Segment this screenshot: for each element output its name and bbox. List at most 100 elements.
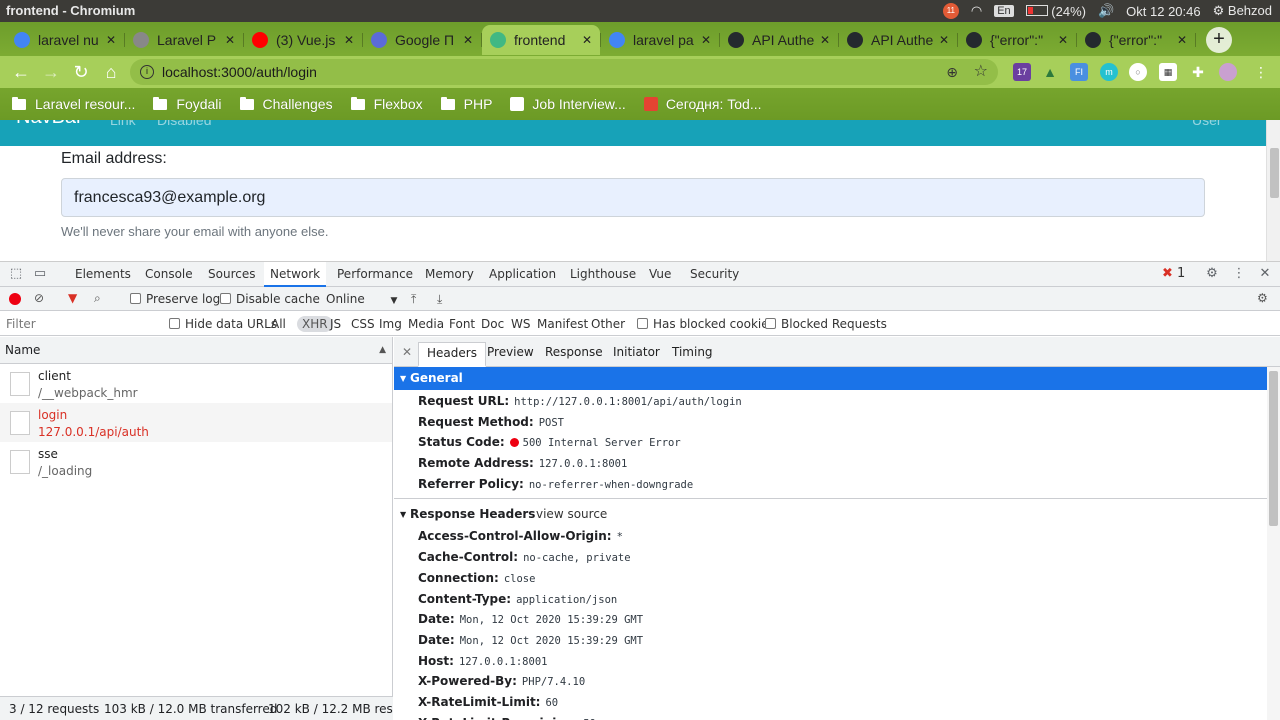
- error-count-badge[interactable]: ✖ 1: [1162, 266, 1185, 282]
- close-tab-icon[interactable]: ✕: [106, 33, 116, 47]
- devtools-tab-vue[interactable]: Vue: [643, 262, 677, 287]
- reload-button[interactable]: ↻: [70, 61, 92, 83]
- browser-tab[interactable]: Laravel P ✕: [125, 25, 244, 55]
- bookmark-item[interactable]: Сегодня: Tod...: [643, 96, 762, 112]
- profile-avatar[interactable]: [1219, 63, 1237, 81]
- extension-circle-icon[interactable]: ○: [1129, 63, 1147, 81]
- import-har-icon[interactable]: ⤒: [411, 292, 416, 307]
- device-toolbar-icon[interactable]: ▭: [32, 266, 48, 282]
- close-tab-icon[interactable]: ✕: [582, 33, 592, 47]
- devtools-menu-icon[interactable]: ⋮: [1231, 266, 1247, 282]
- browser-tab[interactable]: laravel nu ✕: [6, 25, 125, 55]
- extension-m-icon[interactable]: m: [1100, 63, 1118, 81]
- export-har-icon[interactable]: ⤓: [437, 292, 442, 307]
- detail-tab-headers[interactable]: Headers: [418, 342, 486, 367]
- page-scrollbar-thumb[interactable]: [1270, 148, 1279, 198]
- user-menu[interactable]: ⚙ Behzod: [1213, 3, 1272, 19]
- bookmark-item[interactable]: Flexbox: [350, 96, 423, 112]
- zoom-icon[interactable]: ⊕: [946, 59, 958, 85]
- browser-tab[interactable]: (3) Vue.js ✕: [244, 25, 363, 55]
- site-info-icon[interactable]: i: [140, 65, 154, 79]
- devtools-tab-security[interactable]: Security: [684, 262, 745, 287]
- type-filter-css[interactable]: CSS: [351, 317, 375, 331]
- type-filter-ws[interactable]: WS: [511, 317, 530, 331]
- nav-user-link[interactable]: User: [1192, 120, 1222, 128]
- nav-link[interactable]: Link: [110, 120, 136, 128]
- general-section-header[interactable]: ▼ General: [394, 367, 1280, 390]
- devtools-tab-performance[interactable]: Performance: [331, 262, 419, 287]
- browser-tab[interactable]: frontend ✕: [482, 25, 601, 55]
- name-column-header[interactable]: Name ▲: [0, 337, 392, 364]
- browser-tab[interactable]: {"error":" ✕: [958, 25, 1077, 55]
- type-filter-js[interactable]: JS: [330, 317, 341, 331]
- response-headers-section-header[interactable]: ▼ Response Headers view source: [394, 503, 1280, 526]
- close-tab-icon[interactable]: ✕: [463, 33, 473, 47]
- network-settings-icon[interactable]: ⚙: [1257, 291, 1268, 305]
- detail-tab-initiator[interactable]: Initiator: [605, 342, 668, 367]
- settings-gear-icon[interactable]: ⚙: [1204, 266, 1220, 282]
- type-filter-xhr[interactable]: XHR: [297, 316, 333, 332]
- detail-tab-preview[interactable]: Preview: [479, 342, 542, 367]
- home-button[interactable]: ⌂: [100, 61, 122, 83]
- extension-badge-icon[interactable]: 17: [1013, 63, 1031, 81]
- extension-fi-icon[interactable]: FI: [1070, 63, 1088, 81]
- request-row[interactable]: login 127.0.0.1/api/auth: [0, 403, 392, 442]
- details-scrollbar[interactable]: [1267, 367, 1280, 720]
- devtools-tab-lighthouse[interactable]: Lighthouse: [564, 262, 642, 287]
- browser-tab[interactable]: laravel pa ✕: [601, 25, 720, 55]
- bookmark-item[interactable]: Foydali: [153, 96, 222, 112]
- bookmark-star-icon[interactable]: ☆: [974, 59, 988, 85]
- record-button[interactable]: [9, 293, 21, 305]
- search-icon[interactable]: ⌕: [94, 291, 101, 306]
- keyboard-language[interactable]: En: [994, 5, 1014, 17]
- close-tab-icon[interactable]: ✕: [1177, 33, 1187, 47]
- close-details-icon[interactable]: ✕: [402, 345, 412, 359]
- hide-data-urls-checkbox[interactable]: Hide data URLs: [169, 317, 277, 331]
- devtools-tab-memory[interactable]: Memory: [419, 262, 480, 287]
- close-tab-icon[interactable]: ✕: [820, 33, 830, 47]
- browser-tab[interactable]: API Authe ✕: [839, 25, 958, 55]
- disable-cache-checkbox[interactable]: Disable cache: [220, 292, 320, 306]
- close-tab-icon[interactable]: ✕: [344, 33, 354, 47]
- new-tab-button[interactable]: +: [1206, 27, 1232, 53]
- type-filter-other[interactable]: Other: [591, 317, 625, 331]
- devtools-tab-network[interactable]: Network: [264, 262, 327, 287]
- devtools-tab-elements[interactable]: Elements: [69, 262, 137, 287]
- filter-input[interactable]: Filter: [6, 317, 36, 331]
- detail-tab-response[interactable]: Response: [537, 342, 611, 367]
- back-button[interactable]: ←: [10, 61, 32, 83]
- page-scrollbar[interactable]: [1266, 120, 1280, 261]
- bookmark-item[interactable]: Job Interview...: [510, 96, 626, 112]
- menu-kebab-icon[interactable]: ⋮: [1252, 63, 1270, 81]
- close-devtools-icon[interactable]: ✕: [1257, 266, 1273, 282]
- battery-indicator[interactable]: (24%): [1025, 4, 1086, 19]
- browser-tab[interactable]: API Authe ✕: [720, 25, 839, 55]
- volume-icon[interactable]: 🔊: [1098, 3, 1114, 19]
- view-source-link[interactable]: view source: [536, 503, 607, 526]
- request-row[interactable]: sse /_loading: [0, 442, 392, 481]
- type-filter-font[interactable]: Font: [449, 317, 475, 331]
- clock[interactable]: Okt 12 20:46: [1126, 4, 1200, 19]
- forward-button[interactable]: →: [40, 61, 62, 83]
- preserve-log-checkbox[interactable]: Preserve log: [130, 292, 220, 306]
- navbar-brand[interactable]: NavBar: [16, 120, 83, 129]
- blocked-requests-checkbox[interactable]: Blocked Requests: [765, 317, 887, 331]
- qr-code-icon[interactable]: ▦: [1159, 63, 1177, 81]
- close-tab-icon[interactable]: ✕: [939, 33, 949, 47]
- type-filter-doc[interactable]: Doc: [481, 317, 504, 331]
- email-input[interactable]: francesca93@example.org: [61, 178, 1205, 217]
- browser-tab[interactable]: {"error":" ✕: [1077, 25, 1196, 55]
- details-scrollbar-thumb[interactable]: [1269, 371, 1278, 526]
- browser-tab[interactable]: Google П ✕: [363, 25, 482, 55]
- type-filter-img[interactable]: Img: [379, 317, 402, 331]
- close-tab-icon[interactable]: ✕: [225, 33, 235, 47]
- vue-devtools-icon[interactable]: ▲: [1041, 63, 1059, 81]
- close-tab-icon[interactable]: ✕: [701, 33, 711, 47]
- notification-badge[interactable]: 11: [942, 3, 959, 19]
- filter-funnel-icon[interactable]: ▼: [68, 291, 77, 305]
- detail-tab-timing[interactable]: Timing: [664, 342, 721, 367]
- devtools-tab-console[interactable]: Console: [139, 262, 199, 287]
- throttling-select[interactable]: Online ▼: [326, 292, 397, 306]
- wifi-icon[interactable]: ◠: [971, 3, 982, 19]
- clear-icon[interactable]: ⊘: [34, 291, 44, 305]
